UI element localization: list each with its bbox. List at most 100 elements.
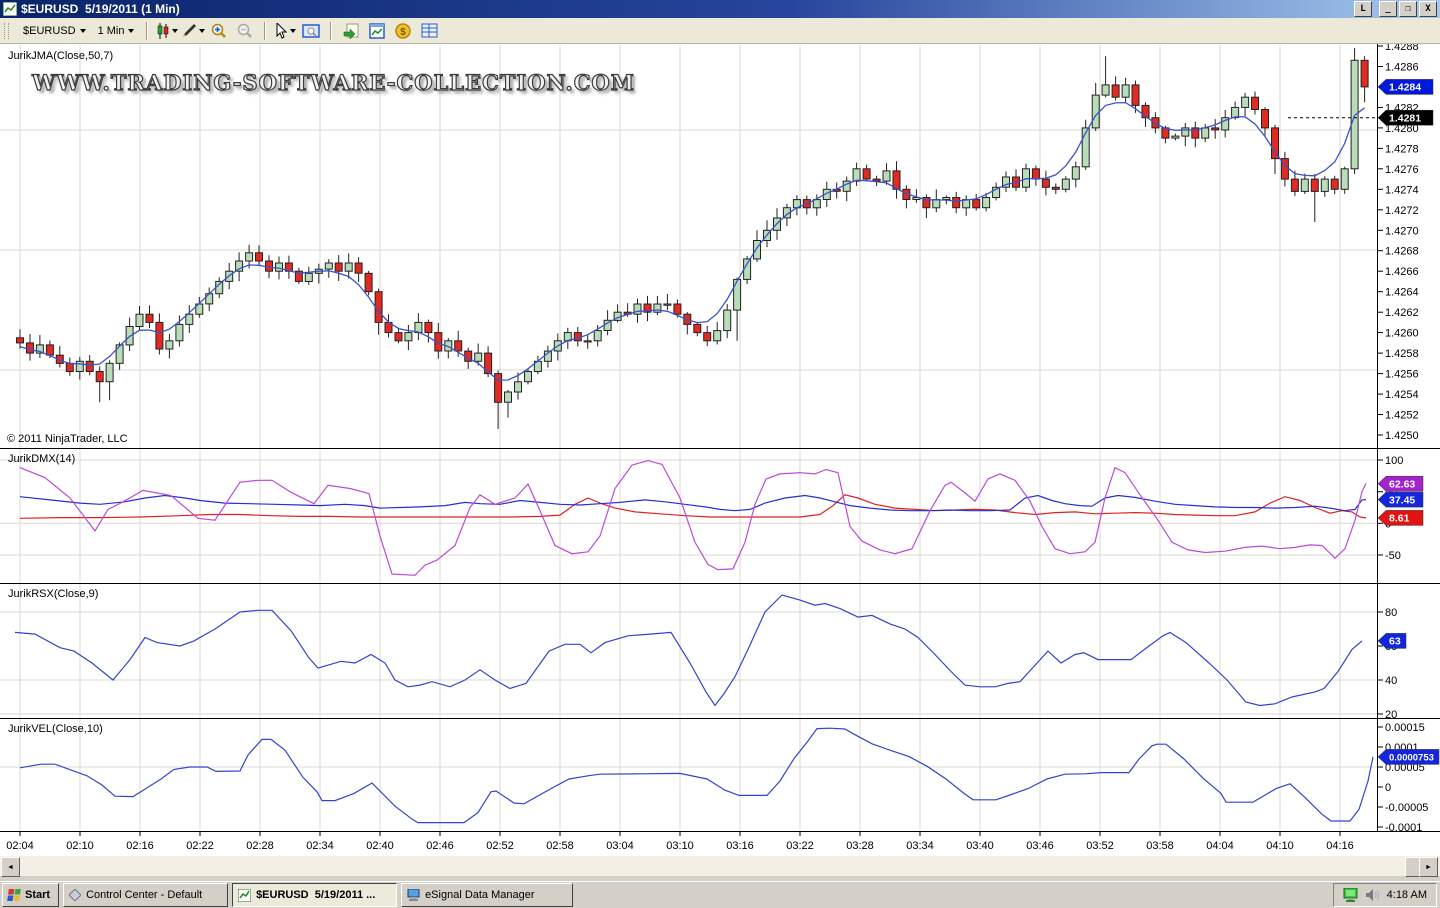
taskbar-item-chart[interactable]: $EURUSD 5/19/2011 ...	[232, 883, 397, 907]
chart-area[interactable]: 1.42881.42861.42841.42821.42801.42781.42…	[0, 0, 1440, 881]
toolbar-grip[interactable]	[4, 23, 9, 39]
svg-text:1.4256: 1.4256	[1385, 369, 1419, 381]
svg-text:1.4264: 1.4264	[1385, 287, 1419, 299]
cursor-button[interactable]	[273, 21, 297, 41]
horizontal-scrollbar[interactable]: ◄ ►	[0, 856, 1440, 876]
chevron-down-icon	[290, 29, 296, 33]
svg-text:1.4266: 1.4266	[1385, 266, 1419, 278]
zoom-out-button[interactable]	[233, 21, 257, 41]
account-button[interactable]: $	[391, 21, 415, 41]
svg-text:80: 80	[1385, 607, 1397, 619]
link-button[interactable]: L	[1354, 1, 1372, 17]
svg-text:100: 100	[1385, 455, 1403, 467]
svg-text:1.4252: 1.4252	[1385, 410, 1419, 422]
instrument-selector[interactable]: $EURUSD	[18, 23, 91, 39]
data-grid-button[interactable]	[417, 21, 441, 41]
svg-text:1.4268: 1.4268	[1385, 246, 1419, 258]
panel-label-rsx: JurikRSX(Close,9)	[8, 588, 98, 600]
svg-text:03:28: 03:28	[846, 840, 874, 852]
zoom-out-icon	[237, 23, 253, 39]
snapshot-icon	[302, 23, 320, 39]
close-button[interactable]: X	[1419, 1, 1437, 17]
svg-text:1.4260: 1.4260	[1385, 328, 1419, 340]
instrument-label: $EURUSD	[23, 25, 76, 37]
svg-text:1.4278: 1.4278	[1385, 143, 1419, 155]
taskbar-item-label: Control Center - Default	[86, 889, 202, 901]
svg-text:04:16: 04:16	[1326, 840, 1354, 852]
minimize-button[interactable]: _	[1379, 1, 1397, 17]
svg-text:0: 0	[1385, 782, 1391, 794]
svg-text:0.00015: 0.00015	[1385, 722, 1425, 734]
price-badge: 0.0000753	[1378, 749, 1439, 764]
diamond-icon	[69, 889, 81, 901]
svg-text:20: 20	[1385, 709, 1397, 721]
scroll-thumb[interactable]	[1405, 857, 1420, 877]
svg-text:03:16: 03:16	[726, 840, 754, 852]
volume-icon[interactable]	[1365, 888, 1381, 902]
chart-window-icon	[369, 23, 385, 39]
svg-text:04:04: 04:04	[1206, 840, 1234, 852]
svg-text:0.0000753: 0.0000753	[1389, 753, 1434, 764]
data-series-button[interactable]	[339, 21, 363, 41]
svg-text:1.4254: 1.4254	[1385, 389, 1419, 401]
svg-text:02:22: 02:22	[186, 840, 214, 852]
bar-type-button[interactable]	[155, 21, 179, 41]
system-tray: 4:18 AM	[1333, 883, 1437, 907]
taskbar-item-label: eSignal Data Manager	[425, 889, 534, 901]
svg-text:02:34: 02:34	[306, 840, 334, 852]
svg-text:1.4281: 1.4281	[1389, 113, 1421, 125]
panel-label-jma: JurikJMA(Close,50,7)	[8, 50, 113, 62]
snapshot-button[interactable]	[299, 21, 323, 41]
scroll-right-button[interactable]: ►	[1419, 857, 1438, 877]
panel-label-dmx: JurikDMX(14)	[8, 453, 75, 465]
svg-text:37.45: 37.45	[1389, 494, 1415, 506]
chart-toolbar: $EURUSD 1 Min $	[0, 18, 1440, 44]
chevron-down-icon	[80, 29, 86, 33]
chevron-down-icon	[128, 29, 134, 33]
svg-text:-0.0001: -0.0001	[1385, 822, 1422, 834]
interval-label: 1 Min	[98, 25, 125, 37]
chart-window-button[interactable]	[365, 21, 389, 41]
svg-text:-50: -50	[1385, 550, 1401, 562]
svg-text:1.4286: 1.4286	[1385, 62, 1419, 74]
price-badge: 1.4284	[1378, 79, 1433, 94]
toolbar-separator	[146, 22, 148, 40]
data-series-icon	[343, 23, 359, 39]
copyright-text: © 2011 NinjaTrader, LLC	[7, 433, 128, 445]
svg-text:03:40: 03:40	[966, 840, 994, 852]
tray-monitor-icon[interactable]	[1343, 888, 1359, 902]
cursor-icon	[275, 23, 288, 39]
panel-label-vel: JurikVEL(Close,10)	[8, 723, 103, 735]
price-badge: 37.45	[1378, 492, 1423, 507]
start-button[interactable]: Start	[2, 883, 59, 907]
account-dollar-icon: $	[395, 23, 411, 39]
svg-text:1.4258: 1.4258	[1385, 348, 1419, 360]
start-label: Start	[25, 889, 50, 901]
drawing-tools-button[interactable]	[181, 21, 205, 41]
title-bar[interactable]: $EURUSD 5/19/2011 (1 Min) L _ ❐ X	[0, 0, 1440, 18]
svg-text:03:58: 03:58	[1146, 840, 1174, 852]
scroll-left-button[interactable]: ◄	[1, 857, 20, 877]
svg-text:40: 40	[1385, 675, 1397, 687]
clock: 4:18 AM	[1387, 889, 1427, 901]
price-badge: 1.4281	[1378, 110, 1433, 125]
toolbar-separator	[330, 22, 332, 40]
taskbar: Start Control Center - Default $EURUSD 5…	[0, 881, 1440, 908]
restore-button[interactable]: ❐	[1399, 1, 1417, 17]
svg-text:1.4250: 1.4250	[1385, 430, 1419, 442]
taskbar-item-esignal[interactable]: eSignal Data Manager	[401, 883, 573, 907]
taskbar-item-control-center[interactable]: Control Center - Default	[63, 883, 228, 907]
svg-text:-0.00005: -0.00005	[1385, 802, 1428, 814]
price-badge: 8.61	[1378, 510, 1423, 525]
interval-selector[interactable]: 1 Min	[93, 23, 140, 39]
svg-text:02:46: 02:46	[426, 840, 454, 852]
svg-text:02:16: 02:16	[126, 840, 154, 852]
svg-text:8.61: 8.61	[1389, 513, 1410, 525]
svg-text:03:22: 03:22	[786, 840, 814, 852]
watermark: WWW.TRADING-SOFTWARE-COLLECTION.COM	[32, 70, 635, 95]
svg-text:1.4276: 1.4276	[1385, 164, 1419, 176]
svg-text:1.4284: 1.4284	[1389, 82, 1421, 94]
svg-text:1.4274: 1.4274	[1385, 184, 1419, 196]
zoom-in-button[interactable]	[207, 21, 231, 41]
chevron-down-icon	[172, 29, 178, 33]
